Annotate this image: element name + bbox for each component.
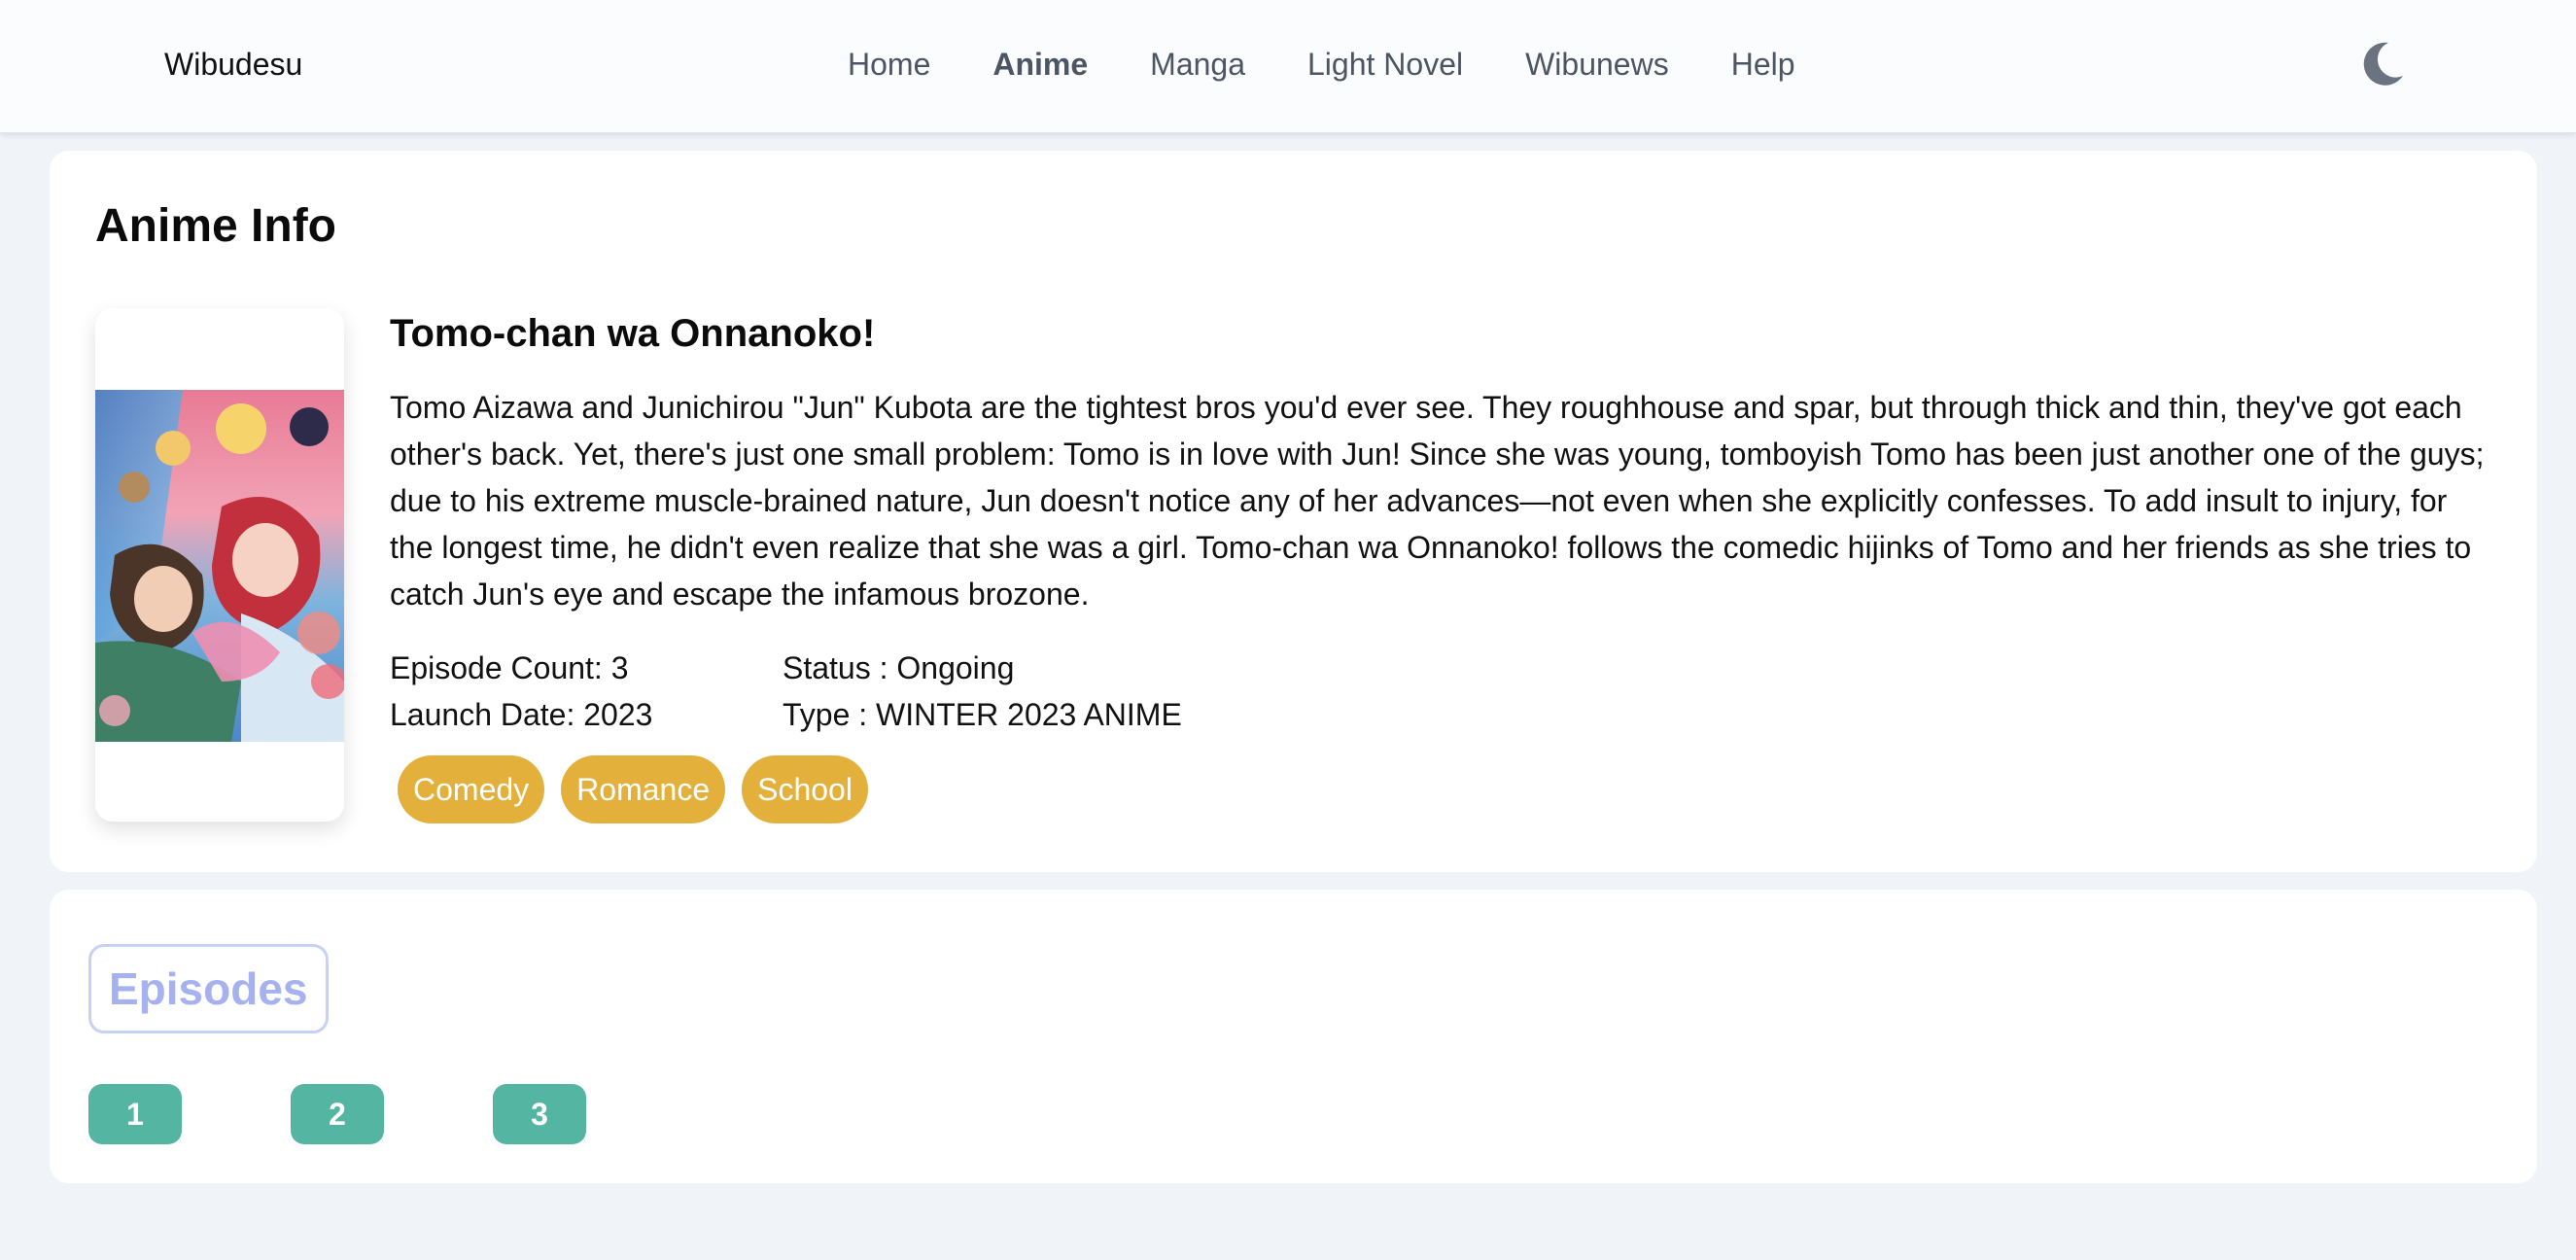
episode-list: 1 2 3	[88, 1084, 586, 1144]
anime-info-card: Anime Info Tomo-chan wa Onnanoko! Tomo A…	[50, 151, 2537, 872]
genre-tag-comedy[interactable]: Comedy	[398, 755, 545, 823]
episode-button-2[interactable]: 2	[291, 1084, 384, 1144]
genre-tag-romance[interactable]: Romance	[561, 755, 726, 823]
episodes-card: Episodes 1 2 3	[50, 890, 2537, 1183]
anime-title: Tomo-chan wa Onnanoko!	[390, 312, 876, 355]
launch-date: Launch Date: 2023	[390, 697, 653, 732]
brand-logo[interactable]: Wibudesu	[164, 43, 302, 86]
anime-poster	[95, 390, 344, 742]
poster-card	[95, 308, 344, 822]
moon-icon-svg	[2363, 42, 2403, 86]
anime-meta: Episode Count: 3 Status : Ongoing Launch…	[390, 645, 2494, 738]
genre-tag-school[interactable]: School	[742, 755, 868, 823]
episode-count: Episode Count: 3	[390, 650, 629, 685]
episode-button-1[interactable]: 1	[88, 1084, 182, 1144]
episodes-heading[interactable]: Episodes	[88, 944, 329, 1033]
anime-type: Type : WINTER 2023 ANIME	[783, 697, 1182, 732]
section-title: Anime Info	[95, 200, 336, 252]
genre-tags: Comedy Romance School	[398, 755, 2494, 823]
nav-home[interactable]: Home	[848, 43, 930, 86]
anime-details: Tomo-chan wa Onnanoko! Tomo Aizawa and J…	[390, 306, 2494, 823]
top-navbar: Wibudesu Home Anime Manga Light Novel Wi…	[0, 0, 2576, 133]
moon-icon[interactable]	[2356, 39, 2407, 89]
nav-help[interactable]: Help	[1731, 43, 1795, 86]
nav-anime[interactable]: Anime	[992, 43, 1088, 86]
nav-wibunews[interactable]: Wibunews	[1525, 43, 1669, 86]
anime-synopsis: Tomo Aizawa and Junichirou "Jun" Kubota …	[390, 390, 2485, 612]
nav-light-novel[interactable]: Light Novel	[1307, 43, 1463, 86]
nav-manga[interactable]: Manga	[1150, 43, 1245, 86]
main-nav: Home Anime Manga Light Novel Wibunews He…	[848, 43, 1795, 86]
anime-status: Status : Ongoing	[783, 650, 1015, 685]
episode-button-3[interactable]: 3	[493, 1084, 586, 1144]
